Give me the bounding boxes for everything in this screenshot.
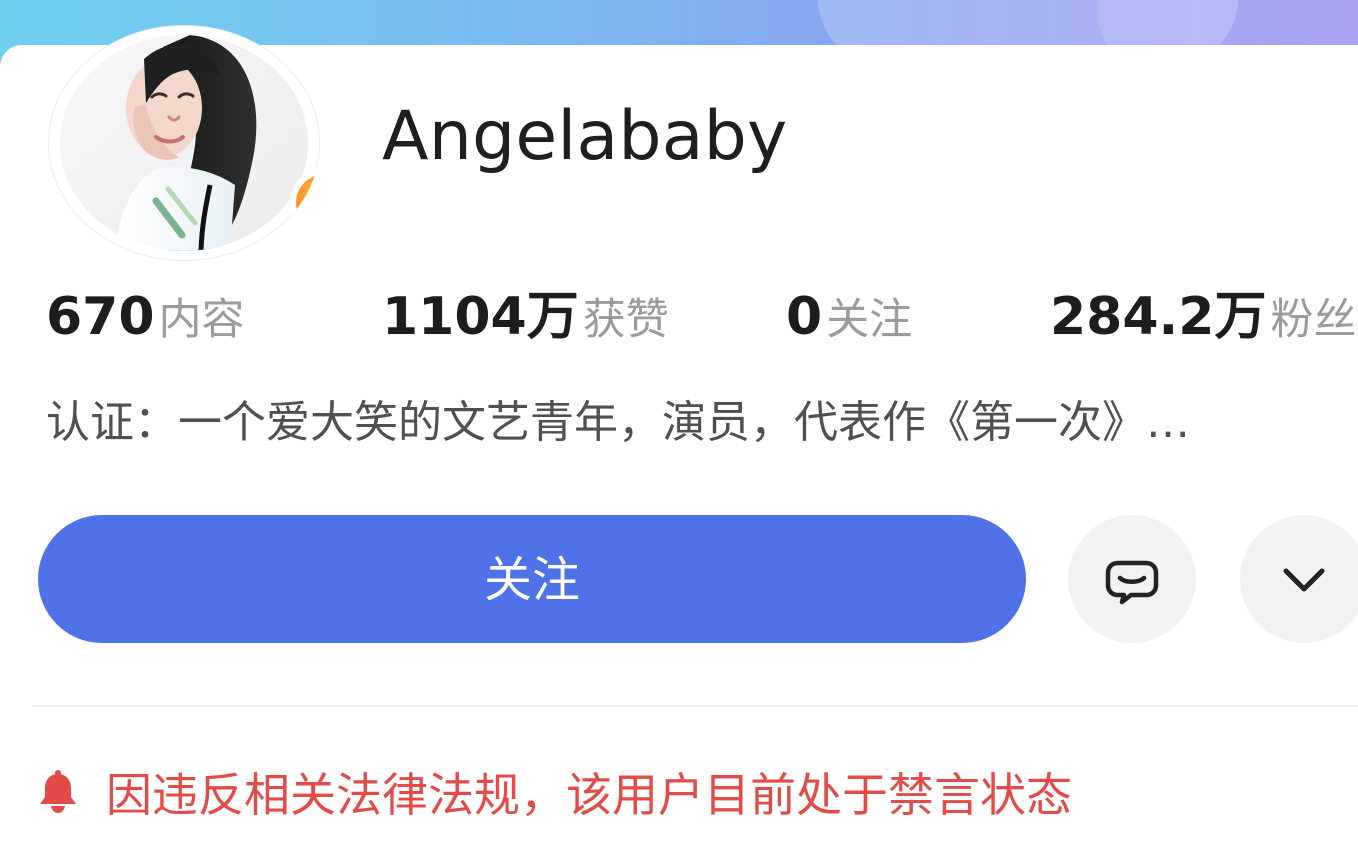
stat-followers[interactable]: 284.2万粉丝 (1050, 291, 1356, 343)
more-button[interactable] (1240, 515, 1358, 643)
profile-actions: 关注 (0, 515, 1358, 647)
username: Angelababy (382, 97, 788, 176)
message-icon (1105, 560, 1159, 605)
bell-icon (36, 769, 80, 815)
stat-label: 获赞 (582, 295, 669, 345)
stat-label: 关注 (826, 295, 913, 345)
avatar[interactable]: V ✦ (48, 25, 320, 261)
avatar-photo (60, 35, 308, 251)
follow-button[interactable]: 关注 (38, 515, 1026, 643)
section-divider (32, 705, 1358, 707)
message-button[interactable] (1068, 515, 1196, 643)
stat-likes[interactable]: 1104万获赞 (382, 291, 669, 343)
stat-content[interactable]: 670内容 (46, 291, 245, 343)
stat-value: 670 (46, 287, 155, 347)
profile-stats: 670内容 1104万获赞 0关注 284.2万粉丝 (0, 291, 1358, 363)
stat-label: 内容 (158, 295, 245, 345)
verification-bio: 认证：一个爱大笑的文艺青年，演员，代表作《第一次》… (46, 397, 1190, 448)
stat-following[interactable]: 0关注 (786, 291, 912, 343)
stat-label: 粉丝 (1270, 295, 1357, 345)
chevron-down-icon (1283, 568, 1325, 592)
stat-value: 1104万 (382, 287, 579, 347)
stat-value: 284.2万 (1050, 287, 1267, 347)
ban-notice-text: 因违反相关法律法规，该用户目前处于禁言状态 (106, 768, 1072, 822)
stat-value: 0 (786, 287, 823, 347)
profile-card: V ✦ Angelababy 670内容 1104万获赞 0关注 284.2万粉… (0, 25, 1358, 868)
verified-badge-text: V (296, 174, 320, 232)
